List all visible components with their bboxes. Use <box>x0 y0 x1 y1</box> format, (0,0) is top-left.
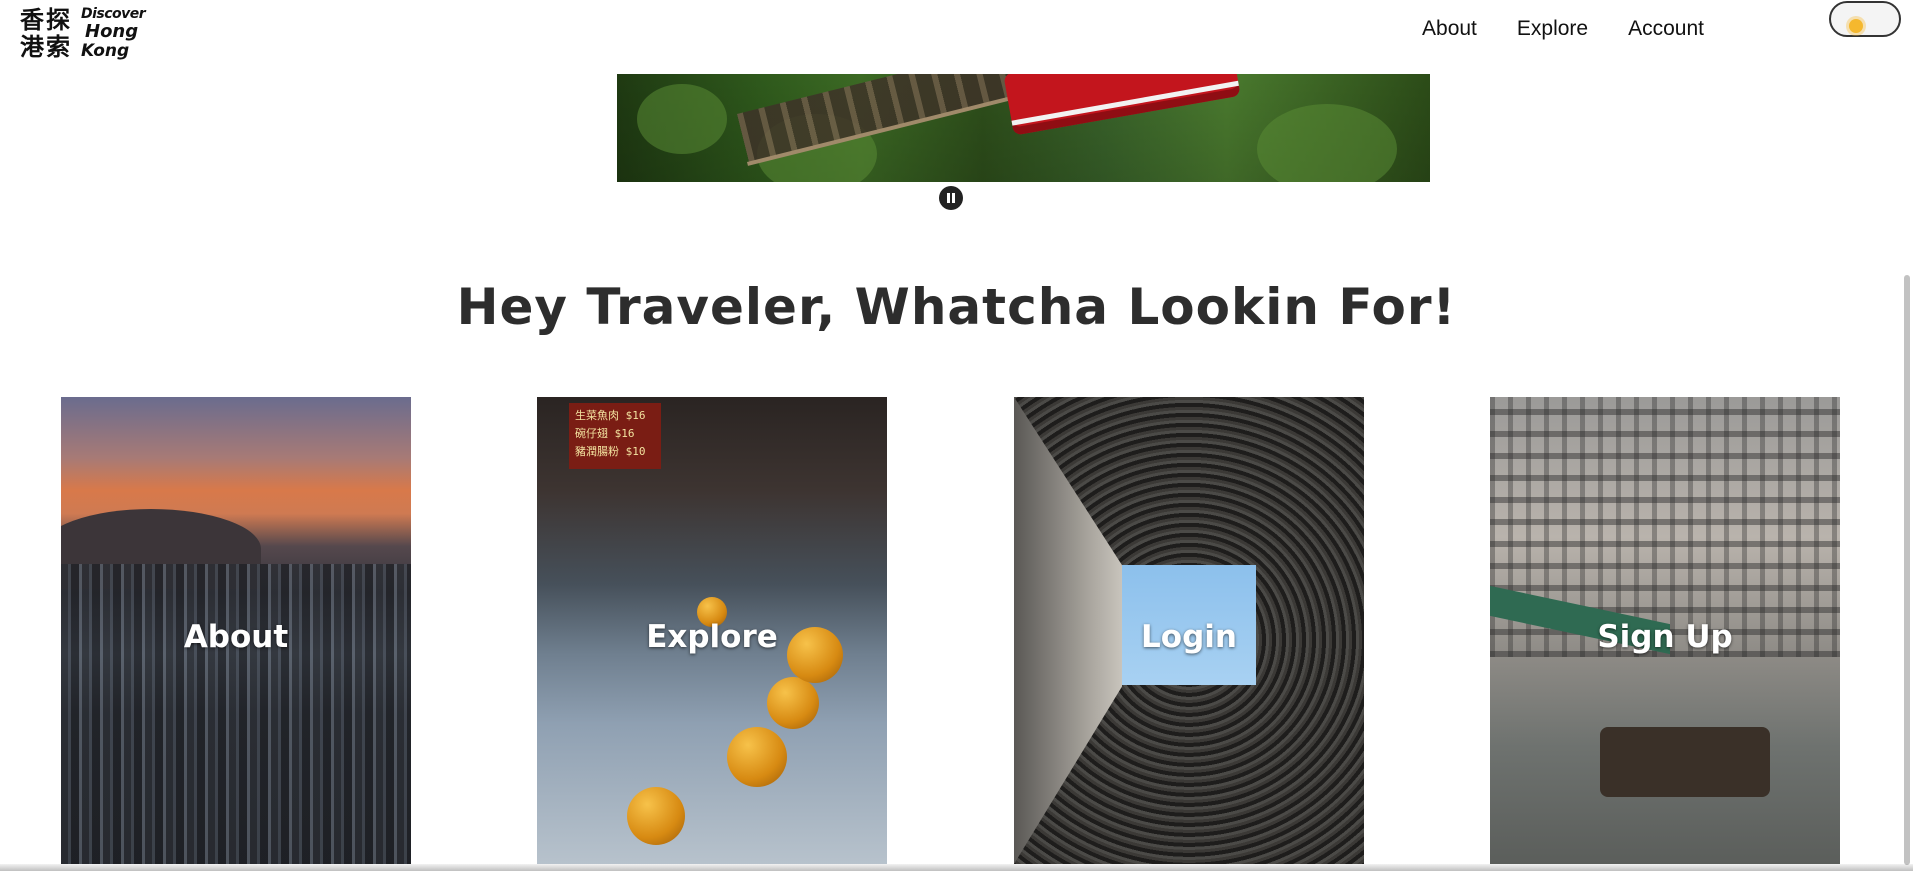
fishball <box>627 787 685 845</box>
site-logo[interactable]: 香探 港索 Discover Hong Kong <box>20 6 146 66</box>
food-stall-sign: 生菜魚肉 $16 碗仔翅 $16 豬潤腸粉 $10 <box>569 403 661 469</box>
logo-chinese: 香探 港索 <box>20 6 78 60</box>
theme-toggle[interactable] <box>1829 1 1901 37</box>
card-signup[interactable]: Sign Up <box>1490 397 1840 864</box>
main-nav: About Explore Account <box>1382 17 1704 41</box>
logo-english: Discover Hong Kong <box>81 6 146 61</box>
slideshow-pause-button[interactable] <box>939 186 963 210</box>
sun-icon <box>1849 19 1863 33</box>
logo-chinese-line-1: 香探 <box>20 5 72 34</box>
card-login-label: Login <box>1141 619 1237 655</box>
card-about-label: About <box>183 619 289 655</box>
bottom-edge <box>0 864 1913 871</box>
city-skyline <box>61 564 411 864</box>
fishball <box>767 677 819 729</box>
page: 香探 港索 Discover Hong Kong About Explore A… <box>0 0 1913 871</box>
sign-line: 豬潤腸粉 $10 <box>575 445 646 458</box>
outdoor-table <box>1600 727 1770 797</box>
sign-line: 碗仔翅 $16 <box>575 427 635 440</box>
foliage <box>637 84 727 154</box>
card-about[interactable]: About <box>61 397 411 864</box>
nav-about-link[interactable]: About <box>1422 17 1477 41</box>
card-signup-label: Sign Up <box>1597 619 1733 655</box>
nav-account-link[interactable]: Account <box>1628 17 1704 41</box>
logo-english-line-1: Discover <box>81 6 146 22</box>
sign-line: 生菜魚肉 $16 <box>575 409 646 422</box>
foliage <box>1257 104 1397 182</box>
logo-chinese-line-2: 港索 <box>20 32 72 61</box>
fishball <box>727 727 787 787</box>
card-explore-label: Explore <box>646 619 778 655</box>
logo-english-line-2: Hong <box>85 21 139 42</box>
card-explore[interactable]: 生菜魚肉 $16 碗仔翅 $16 豬潤腸粉 $10 Explore <box>537 397 887 864</box>
nav-explore-link[interactable]: Explore <box>1517 17 1588 41</box>
logo-english-line-3: Kong <box>81 41 130 61</box>
page-scrollbar[interactable] <box>1904 275 1910 865</box>
peak-tram <box>1003 74 1241 136</box>
card-login[interactable]: Login <box>1014 397 1364 864</box>
page-headline: Hey Traveler, Whatcha Lookin For! <box>456 278 1457 336</box>
hero-slideshow-image <box>617 74 1430 182</box>
